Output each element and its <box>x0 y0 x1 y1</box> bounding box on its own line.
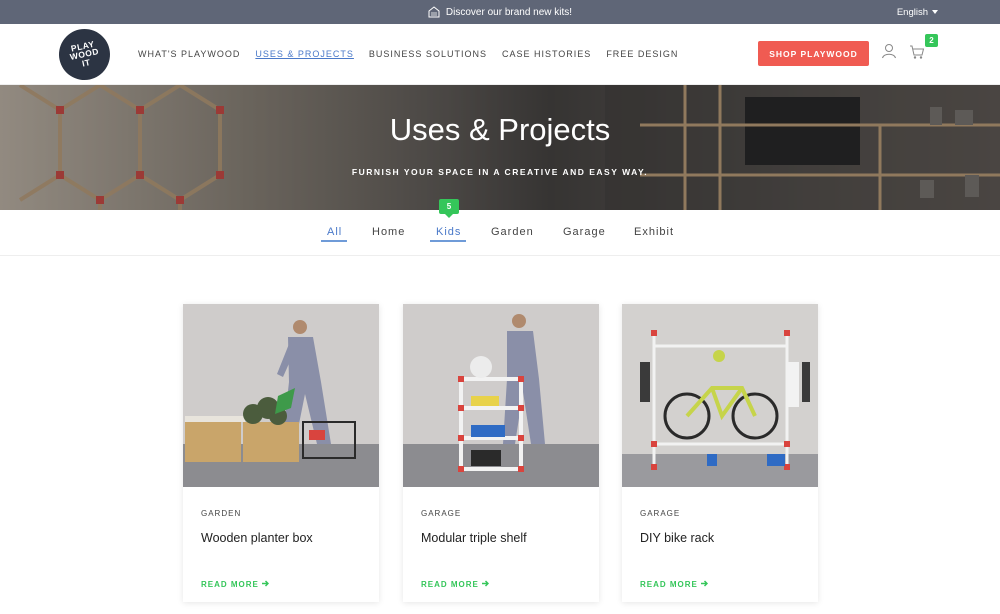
read-more-link[interactable]: READ MORE <box>640 580 709 589</box>
filter-kids[interactable]: Kids <box>436 226 461 238</box>
arrow-right-icon <box>262 580 270 587</box>
nav-business-solutions[interactable]: BUSINESS SOLUTIONS <box>369 49 487 59</box>
user-icon[interactable] <box>881 43 897 59</box>
arrow-right-icon <box>482 580 490 587</box>
project-card[interactable]: GARDEN Wooden planter box READ MORE <box>183 304 379 602</box>
read-more-label: READ MORE <box>640 580 698 589</box>
read-more-label: READ MORE <box>201 580 259 589</box>
page-subtitle: FURNISH YOUR SPACE IN A CREATIVE AND EAS… <box>351 167 649 177</box>
project-image <box>403 304 599 487</box>
nav-uses-projects[interactable]: USES & PROJECTS <box>255 49 354 59</box>
nav-case-histories[interactable]: CASE HISTORIES <box>502 49 591 59</box>
filter-exhibit[interactable]: Exhibit <box>634 226 674 238</box>
project-image <box>183 304 379 487</box>
card-title: DIY bike rack <box>640 531 715 545</box>
cart-count-badge: 2 <box>925 34 938 47</box>
site-header: PLAY WOOD IT WHAT'S PLAYWOOD USES & PROJ… <box>0 24 1000 85</box>
card-category: GARAGE <box>421 509 462 518</box>
nav-free-design[interactable]: FREE DESIGN <box>606 49 678 59</box>
read-more-link[interactable]: READ MORE <box>201 580 270 589</box>
announcement-text: Discover our brand new kits! <box>445 6 573 18</box>
filter-all[interactable]: All <box>327 226 342 238</box>
announcement[interactable]: Discover our brand new kits! <box>0 0 1000 24</box>
shop-button[interactable]: SHOP PLAYWOOD <box>758 41 869 66</box>
main-nav: WHAT'S PLAYWOOD USES & PROJECTS BUSINESS… <box>138 24 678 84</box>
hero-banner: Uses & Projects FURNISH YOUR SPACE IN A … <box>0 85 1000 210</box>
read-more-link[interactable]: READ MORE <box>421 580 490 589</box>
filter-garden[interactable]: Garden <box>491 226 534 238</box>
cart-icon[interactable] <box>909 44 925 60</box>
category-filter: All Home Kids Garden Garage Exhibit <box>0 210 1000 256</box>
chevron-down-icon <box>932 10 938 14</box>
kit-box-icon <box>428 6 440 18</box>
filter-garage[interactable]: Garage <box>563 226 606 238</box>
announcement-bar: Discover our brand new kits! English <box>0 0 1000 24</box>
kids-count-badge: 5 <box>439 199 459 218</box>
language-selector[interactable]: English <box>897 0 938 24</box>
card-category: GARAGE <box>640 509 681 518</box>
project-image <box>622 304 818 487</box>
language-label: English <box>896 6 928 18</box>
card-category: GARDEN <box>201 509 242 518</box>
logo[interactable]: PLAY WOOD IT <box>54 24 115 85</box>
filter-home[interactable]: Home <box>372 226 405 238</box>
active-tab-underline <box>321 240 347 242</box>
nav-whats-playwood[interactable]: WHAT'S PLAYWOOD <box>138 49 240 59</box>
read-more-label: READ MORE <box>421 580 479 589</box>
card-title: Wooden planter box <box>201 531 313 545</box>
page-title: Uses & Projects <box>389 112 611 147</box>
card-title: Modular triple shelf <box>421 531 527 545</box>
project-card[interactable]: GARAGE DIY bike rack READ MORE <box>622 304 818 602</box>
project-card[interactable]: GARAGE Modular triple shelf READ MORE <box>403 304 599 602</box>
hover-tab-underline <box>430 240 466 242</box>
arrow-right-icon <box>701 580 709 587</box>
